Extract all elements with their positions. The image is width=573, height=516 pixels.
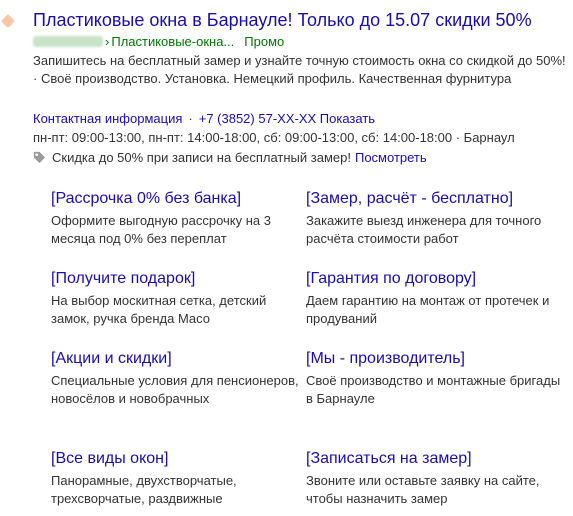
url-path-link[interactable]: Пластиковые-окна...	[111, 34, 234, 49]
promo-offer-link[interactable]: Посмотреть	[355, 149, 427, 166]
sitelink-title[interactable]: [Замер, расчёт - бесплатно]	[306, 189, 561, 209]
sitelink-window-types: [Все виды окон] Панорамные, двухстворчат…	[51, 449, 306, 508]
promo-offer-text: Скидка до 50% при записи на бесплатный з…	[52, 150, 351, 165]
sitelink-free-measurement: [Замер, расчёт - бесплатно] Закажите вые…	[306, 189, 561, 248]
working-hours: пн-пт: 09:00-13:00, пн-пт: 14:00-18:00, …	[33, 130, 515, 145]
sitelink-warranty: [Гарантия по договору] Даем гарантию на …	[306, 269, 561, 328]
promo-label: Промо	[244, 34, 285, 49]
separator-dot: ·	[188, 111, 193, 126]
sitelink-description: На выбор москитная сетка, детский замок,…	[51, 293, 267, 326]
sitelink-manufacturer: [Мы - производитель] Своё производство и…	[306, 349, 561, 408]
url-separator: ›	[105, 34, 110, 49]
sitelink-book-measurement: [Записаться на замер] Звоните или оставь…	[306, 449, 561, 508]
sitelink-title[interactable]: [Мы - производитель]	[306, 349, 561, 369]
sitelink-title[interactable]: [Получите подарок]	[51, 269, 306, 289]
ad-description: Запишитесь на бесплатный замер и узнайте…	[33, 53, 566, 86]
sitelink-installment: [Рассрочка 0% без банка] Оформите выгодн…	[51, 189, 306, 248]
tag-icon	[33, 151, 46, 164]
sitelink-title[interactable]: [Рассрочка 0% без банка]	[51, 189, 306, 209]
sitelink-description: Звоните или оставьте заявку на сайте, чт…	[306, 473, 540, 506]
promo-offer-row: Скидка до 50% при записи на бесплатный з…	[33, 149, 427, 166]
sitelink-promotions: [Акции и скидки] Специальные условия для…	[51, 349, 306, 408]
sitelink-description: Оформите выгодную рассрочку на 3 месяца …	[51, 213, 271, 246]
sitelink-description: Своё производство и монтажные бригады в …	[306, 373, 561, 406]
blurred-domain[interactable]	[33, 36, 103, 47]
sitelink-title[interactable]: [Записаться на замер]	[306, 449, 561, 469]
ad-title-link[interactable]: Пластиковые окна в Барнауле! Только до 1…	[33, 9, 532, 31]
search-ad: Пластиковые окна в Барнауле! Только до 1…	[0, 0, 573, 516]
sitelink-description: Закажите выезд инженера для точного расч…	[306, 213, 542, 246]
sitelink-title[interactable]: [Гарантия по договору]	[306, 269, 561, 289]
show-phone-link[interactable]: Показать	[320, 111, 375, 126]
sitelink-title[interactable]: [Акции и скидки]	[51, 349, 306, 369]
sitelink-title[interactable]: [Все виды окон]	[51, 449, 306, 469]
contacts-row: Контактная информация · +7 (3852) 57-XX-XX…	[33, 110, 375, 127]
phone-number[interactable]: +7 (3852) 57-XX-XX	[199, 111, 316, 126]
sitelink-description: Специальные условия для пенсионеров, нов…	[51, 373, 299, 406]
contact-info-link[interactable]: Контактная информация	[33, 111, 182, 126]
sitelink-description: Панорамные, двухстворчатые, трехсворчаты…	[51, 473, 237, 506]
brand-diamond-icon	[0, 13, 16, 29]
ad-url-row: › Пластиковые-окна... Промо	[33, 33, 284, 50]
sitelink-description: Даем гарантию на монтаж от протечек и пр…	[306, 293, 550, 326]
sitelink-gift: [Получите подарок] На выбор москитная се…	[51, 269, 306, 328]
